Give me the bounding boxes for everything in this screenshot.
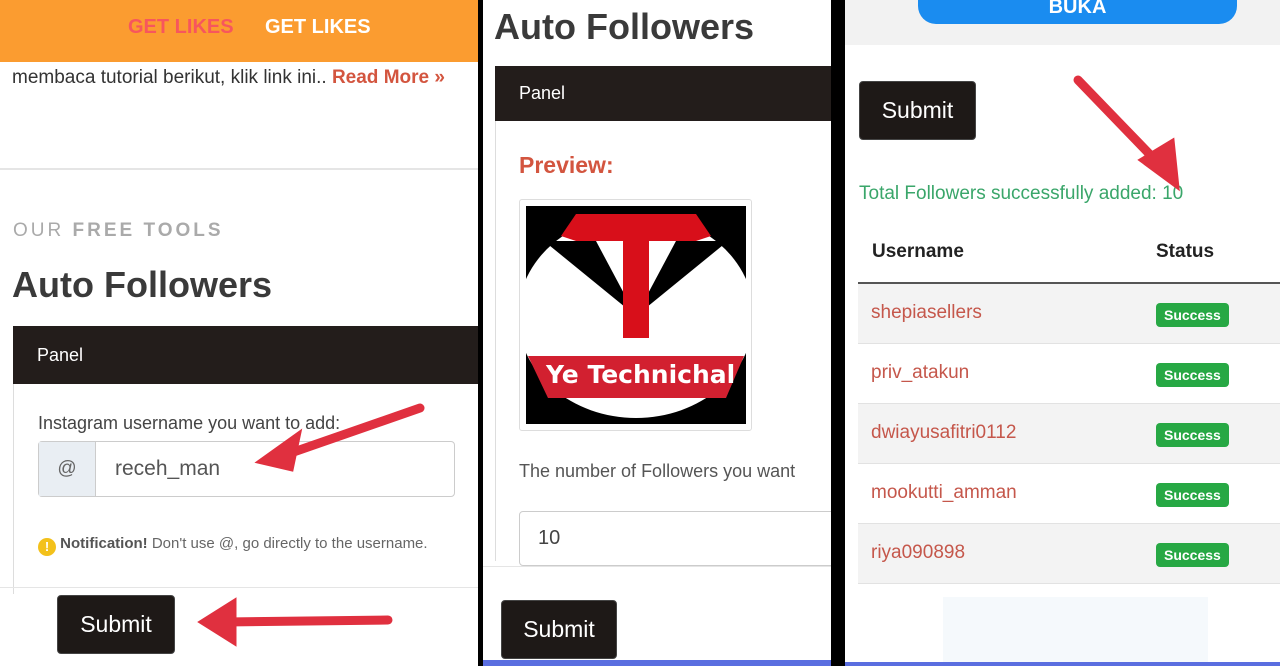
submit-button[interactable]: Submit [501, 600, 617, 659]
count-label: The number of Followers you want [519, 461, 796, 481]
divider [483, 566, 831, 567]
preview-label: Preview: [519, 152, 614, 178]
logo-text: Ye Technichal [546, 360, 736, 389]
preview-image: Ye Technichal [518, 199, 754, 431]
left-screenshot: GET LIKES GET LIKES membaca tutorial ber… [0, 0, 478, 666]
bottom-bar [483, 660, 831, 666]
middle-screenshot: Auto Followers Panel Preview: Ye Technic… [483, 0, 831, 666]
panel-label: Panel [519, 83, 566, 103]
annotation-arrows [197, 403, 425, 647]
follower-count-input[interactable]: 10 [519, 511, 831, 566]
panel-header: Panel [495, 66, 831, 121]
bottom-bar [845, 662, 1280, 666]
right-screenshot: BUKA Submit Total Followers successfully… [845, 0, 1280, 666]
annotation-arrow [1073, 75, 1180, 192]
channel-logo [518, 206, 754, 424]
page-title: Auto Followers [494, 6, 754, 47]
